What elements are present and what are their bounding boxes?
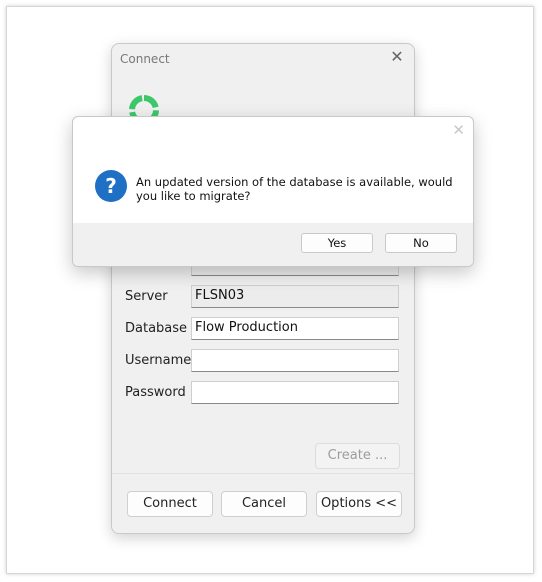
close-icon[interactable]: ✕ <box>452 121 465 139</box>
password-label: Password <box>125 385 186 400</box>
username-field[interactable] <box>191 349 399 372</box>
yes-button[interactable]: Yes <box>301 233 373 253</box>
dialog-title: Connect <box>120 52 170 66</box>
username-label: Username <box>125 353 192 368</box>
close-icon[interactable]: ✕ <box>388 48 406 66</box>
message-footer: Yes No <box>73 223 473 266</box>
message-text: An updated version of the database is av… <box>136 175 453 203</box>
database-label: Database <box>125 321 188 336</box>
migration-message-box: ✕ ? An updated version of the database i… <box>72 116 474 267</box>
no-button[interactable]: No <box>385 233 457 253</box>
server-field[interactable]: FLSN03 <box>191 285 399 308</box>
cancel-button[interactable]: Cancel <box>221 491 307 517</box>
connect-button[interactable]: Connect <box>127 491 213 517</box>
database-field[interactable]: Flow Production <box>191 317 399 340</box>
server-label: Server <box>125 289 168 304</box>
options-button[interactable]: Options << <box>316 491 402 517</box>
password-field[interactable] <box>191 381 399 404</box>
question-icon: ? <box>95 170 127 202</box>
dialog-footer: Connect Cancel Options << <box>112 473 414 533</box>
create-button[interactable]: Create ... <box>315 443 400 469</box>
